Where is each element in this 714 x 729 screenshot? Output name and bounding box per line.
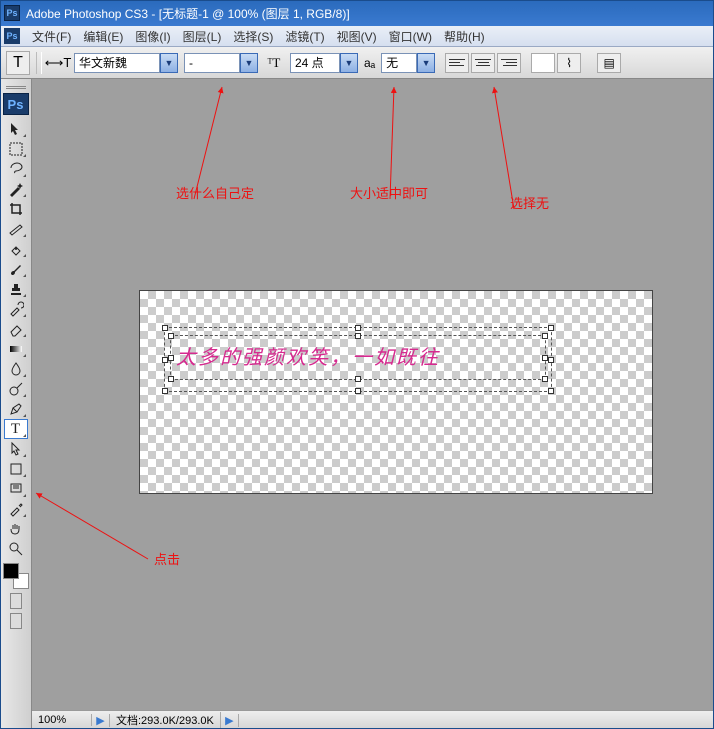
annotation-size: 大小适中即可 — [350, 183, 428, 202]
hand-tool[interactable] — [4, 519, 28, 539]
wand-tool[interactable] — [4, 179, 28, 199]
menu-edit[interactable]: 编辑(E) — [79, 26, 127, 47]
font-style-dropdown[interactable]: ▼ — [184, 53, 258, 73]
screen-mode-button[interactable] — [10, 613, 22, 629]
align-right-button[interactable] — [497, 53, 521, 73]
workspace: Ps T 太 — [0, 79, 714, 729]
font-style-input[interactable] — [184, 53, 240, 73]
history-brush-tool[interactable] — [4, 299, 28, 319]
brush-tool[interactable] — [4, 259, 28, 279]
marquee-tool[interactable] — [4, 139, 28, 159]
ps-icon: Ps — [4, 28, 20, 44]
menu-layer[interactable]: 图层(L) — [179, 26, 226, 47]
doc-info-menu-icon[interactable]: ▶ — [221, 714, 239, 727]
size-icon: ᵀT — [264, 53, 284, 73]
chevron-down-icon[interactable]: ▼ — [417, 53, 435, 73]
crop-tool[interactable] — [4, 199, 28, 219]
doc-info-expand-icon[interactable]: ▶ — [92, 714, 110, 727]
path-select-tool[interactable] — [4, 439, 28, 459]
statusbar: 100% ▶ 文档:293.0K/293.0K ▶ — [32, 710, 714, 729]
shape-tool[interactable] — [4, 459, 28, 479]
document-canvas[interactable]: 太多的强颜欢笑，一如既往 — [140, 291, 652, 493]
pen-tool[interactable] — [4, 399, 28, 419]
color-warp-group: ⌇ — [531, 53, 581, 73]
palettes-button[interactable]: ▤ — [597, 53, 621, 73]
font-size-dropdown[interactable]: ▼ — [290, 53, 358, 73]
standard-mode-button[interactable] — [10, 593, 22, 609]
toolbox-grip[interactable] — [2, 83, 30, 91]
align-group — [445, 53, 521, 73]
aa-dropdown[interactable]: ▼ — [381, 53, 435, 73]
aa-label: aₐ — [364, 56, 375, 70]
doc-info: 文档:293.0K/293.0K — [110, 712, 221, 728]
font-family-dropdown[interactable]: ▼ — [74, 53, 178, 73]
options-bar: T ⟷T ▼ ▼ ᵀT ▼ aₐ ▼ ⌇ ▤ — [0, 47, 714, 79]
menu-view[interactable]: 视图(V) — [333, 26, 381, 47]
type-tool[interactable]: T — [4, 419, 28, 439]
tool-preset[interactable]: T — [6, 51, 30, 75]
color-swatch[interactable] — [3, 563, 29, 589]
app-icon: Ps — [4, 5, 20, 21]
lasso-tool[interactable] — [4, 159, 28, 179]
screen-row — [10, 613, 22, 629]
dodge-tool[interactable] — [4, 379, 28, 399]
font-size-input[interactable] — [290, 53, 340, 73]
font-family-input[interactable] — [74, 53, 160, 73]
zoom-tool[interactable] — [4, 539, 28, 559]
heal-tool[interactable] — [4, 239, 28, 259]
slice-tool[interactable] — [4, 219, 28, 239]
canvas-area[interactable]: 太多的强颜欢笑，一如既往 选什么自己定 大小适中即可 选 — [32, 79, 714, 729]
menu-image[interactable]: 图像(I) — [131, 26, 174, 47]
toolbox: Ps T — [0, 79, 32, 729]
chevron-down-icon[interactable]: ▼ — [240, 53, 258, 73]
zoom-field[interactable]: 100% — [32, 714, 92, 726]
annotation-click: 点击 — [154, 549, 180, 568]
titlebar: Ps Adobe Photoshop CS3 - [无标题-1 @ 100% (… — [0, 0, 714, 26]
aa-input[interactable] — [381, 53, 417, 73]
menubar: Ps 文件(F) 编辑(E) 图像(I) 图层(L) 选择(S) 滤镜(T) 视… — [0, 26, 714, 47]
menu-filter[interactable]: 滤镜(T) — [281, 26, 328, 47]
ps-logo: Ps — [3, 93, 29, 115]
align-left-button[interactable] — [445, 53, 469, 73]
transform-bbox-outer[interactable] — [164, 327, 552, 392]
separator — [36, 52, 42, 74]
chevron-down-icon[interactable]: ▼ — [160, 53, 178, 73]
eraser-tool[interactable] — [4, 319, 28, 339]
menu-help[interactable]: 帮助(H) — [440, 26, 489, 47]
orientation-icon[interactable]: ⟷T — [48, 53, 68, 73]
window-title: Adobe Photoshop CS3 - [无标题-1 @ 100% (图层 … — [26, 5, 350, 22]
warp-text-button[interactable]: ⌇ — [557, 53, 581, 73]
foreground-color[interactable] — [3, 563, 19, 579]
text-layer[interactable]: 太多的强颜欢笑，一如既往 — [176, 341, 440, 370]
move-tool[interactable] — [4, 119, 28, 139]
blur-tool[interactable] — [4, 359, 28, 379]
menu-file[interactable]: 文件(F) — [28, 26, 75, 47]
eyedropper-tool[interactable] — [4, 499, 28, 519]
menu-window[interactable]: 窗口(W) — [385, 26, 436, 47]
chevron-down-icon[interactable]: ▼ — [340, 53, 358, 73]
text-color-button[interactable] — [531, 53, 555, 73]
menu-select[interactable]: 选择(S) — [229, 26, 277, 47]
notes-tool[interactable] — [4, 479, 28, 499]
gradient-tool[interactable] — [4, 339, 28, 359]
annotation-aa: 选择无 — [510, 193, 549, 212]
mode-row — [10, 593, 22, 609]
annotation-font: 选什么自己定 — [176, 183, 254, 202]
align-center-button[interactable] — [471, 53, 495, 73]
stamp-tool[interactable] — [4, 279, 28, 299]
